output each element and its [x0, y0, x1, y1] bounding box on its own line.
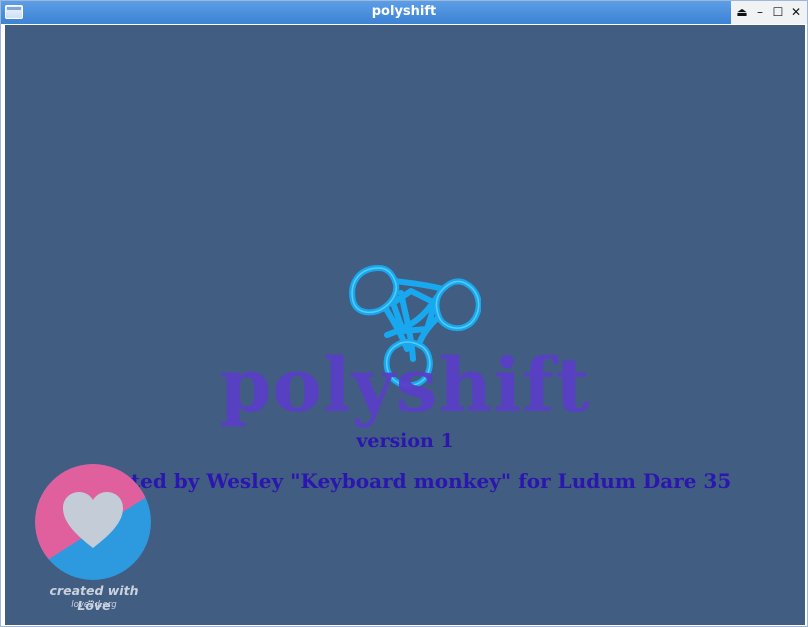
love-badge-url: love2d.org — [71, 600, 117, 610]
close-button[interactable]: ✕ — [788, 5, 804, 20]
title-bar[interactable]: polyshift ⏏ – ☐ ✕ — [1, 1, 807, 24]
game-canvas[interactable]: polyshift version 1 Created by Wesley "K… — [5, 25, 805, 625]
maximize-button[interactable]: ☐ — [770, 5, 786, 20]
love-badge: created with Löve love2d.org — [33, 463, 153, 613]
app-window: polyshift ⏏ – ☐ ✕ polyshift version 1 Cr… — [0, 0, 808, 627]
love-logo — [35, 464, 151, 580]
minimize-button[interactable]: – — [752, 5, 768, 20]
window-controls: ⏏ – ☐ ✕ — [731, 1, 807, 24]
eject-icon[interactable]: ⏏ — [734, 5, 750, 20]
game-title: polyshift — [219, 343, 591, 429]
version-label: version 1 — [356, 430, 454, 452]
window-title: polyshift — [371, 4, 437, 19]
